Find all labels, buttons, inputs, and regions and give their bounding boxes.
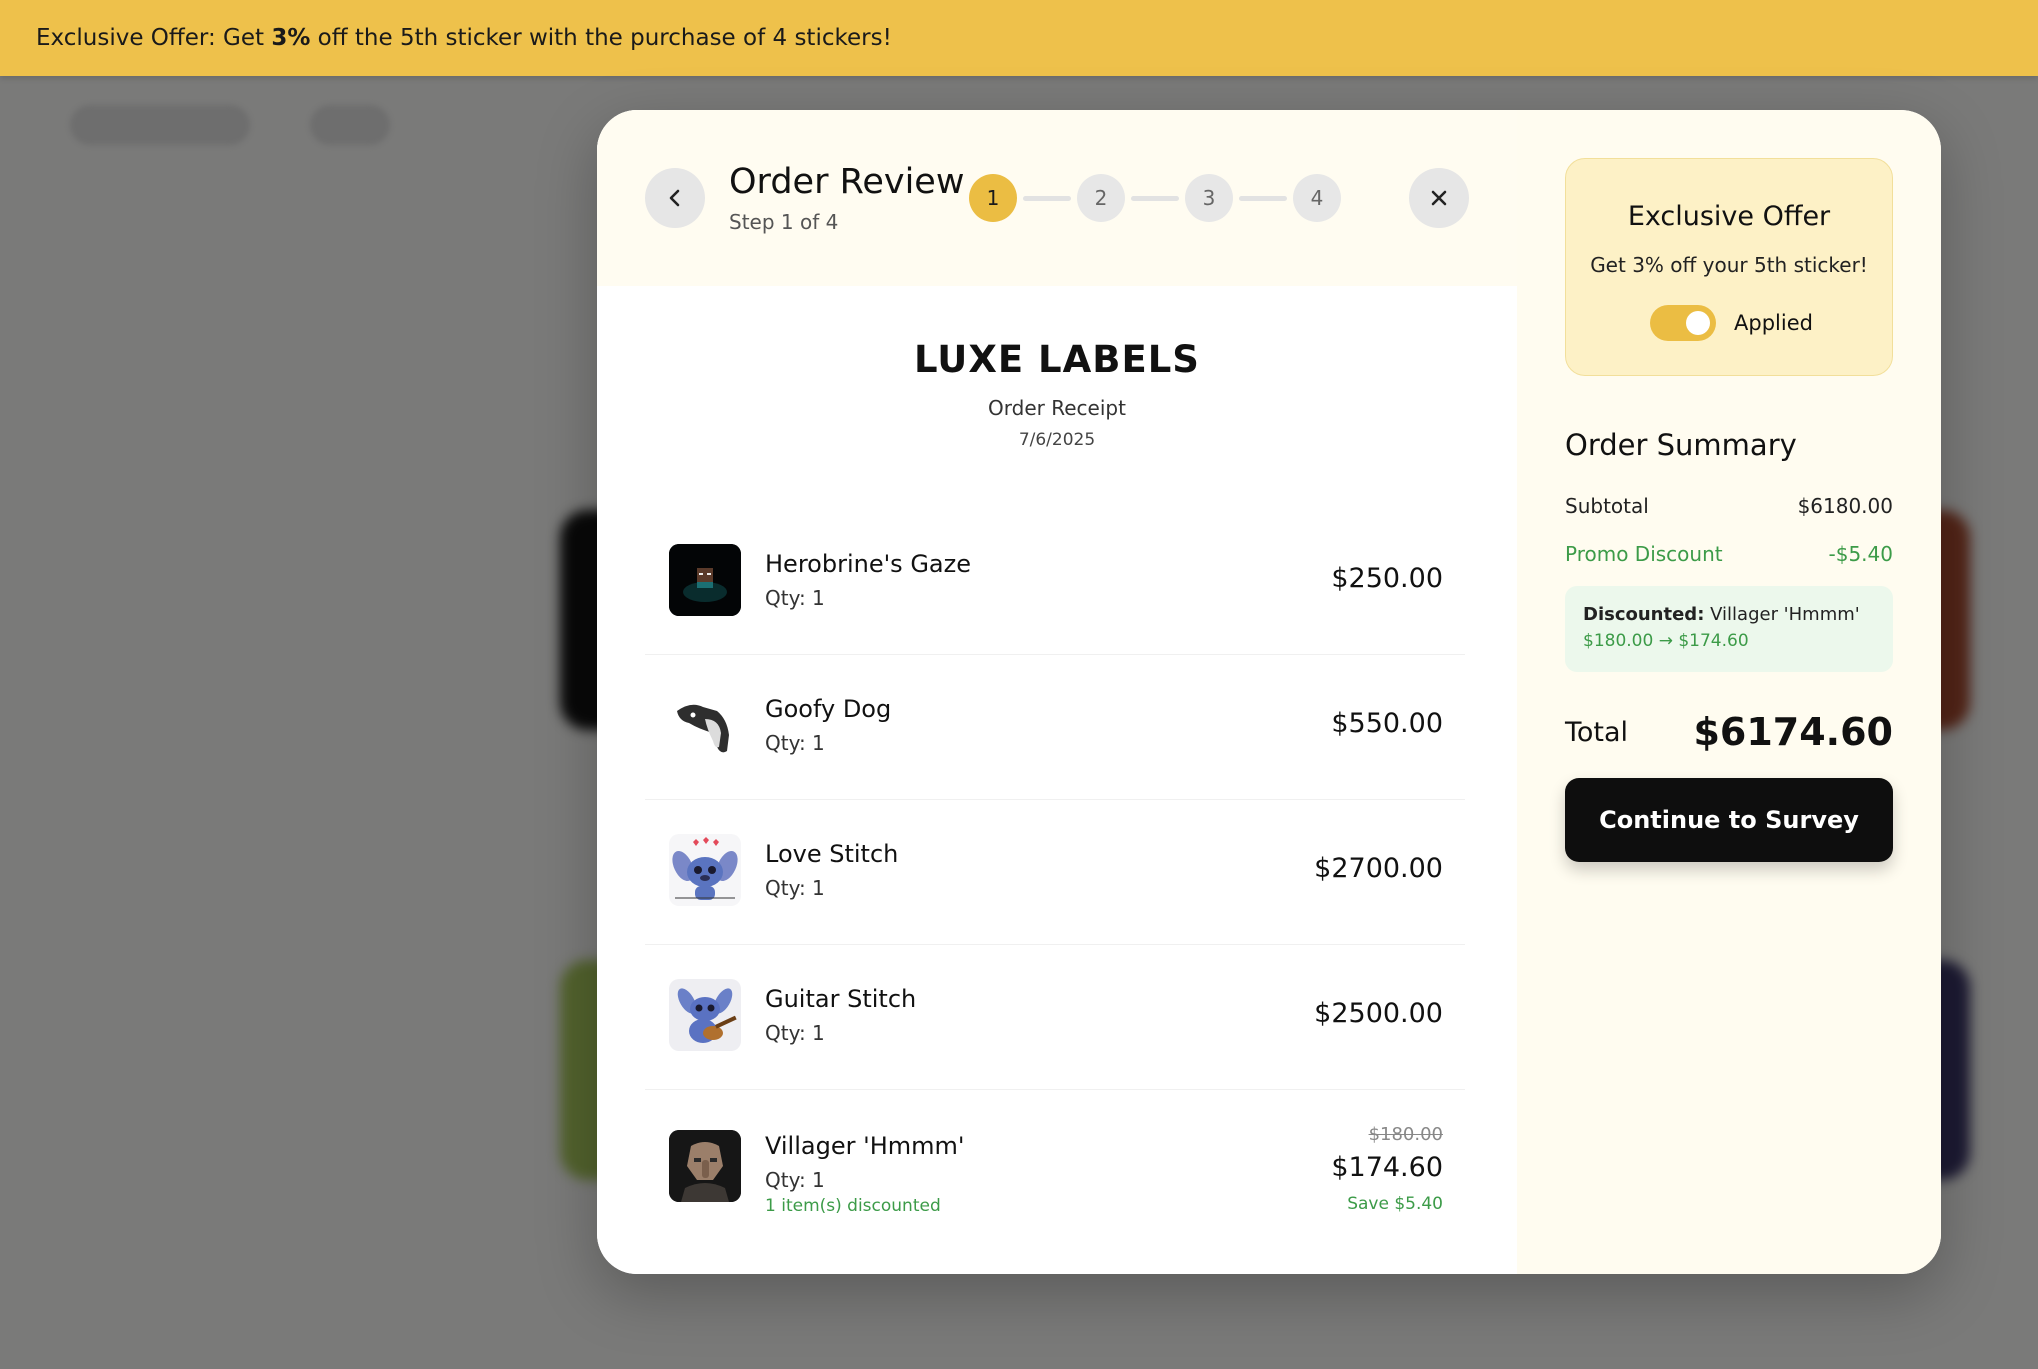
order-summary-title: Order Summary (1565, 428, 1797, 462)
receipt-item: Goofy Dog Qty: 1 $550.00 (645, 655, 1465, 800)
item-qty: Qty: 1 (765, 1021, 825, 1045)
total-value: $6174.60 (1693, 710, 1893, 754)
subtotal-row: Subtotal $6180.00 (1565, 494, 1893, 518)
item-name: Love Stitch (765, 840, 899, 868)
item-qty: Qty: 1 (765, 1168, 825, 1192)
banner-highlight: 3% (271, 25, 311, 51)
step-connector (1023, 195, 1071, 201)
progress-stepper: 1 2 3 4 (969, 174, 1341, 222)
item-price: $550.00 (1331, 708, 1443, 739)
receipt-label: Order Receipt (988, 396, 1126, 420)
discounted-item-line: Discounted: Villager 'Hmmm' (1583, 604, 1875, 625)
total-row: Total $6174.60 (1565, 710, 1893, 754)
item-thumbnail (669, 544, 741, 616)
item-price: $2500.00 (1314, 998, 1443, 1029)
offer-description: Get 3% off your 5th sticker! (1590, 253, 1868, 277)
item-thumbnail (669, 979, 741, 1051)
receipt-item: Herobrine's Gaze Qty: 1 $250.00 (645, 510, 1465, 655)
exclusive-offer-card: Exclusive Offer Get 3% off your 5th stic… (1565, 158, 1893, 376)
close-icon (1431, 190, 1447, 206)
item-savings: Save $5.40 (1347, 1194, 1443, 1214)
receipt-brand: LUXE LABELS (914, 338, 1200, 381)
item-original-price: $180.00 (1368, 1124, 1443, 1145)
receipt-item: Villager 'Hmmm' Qty: 1 1 item(s) discoun… (645, 1090, 1465, 1250)
step-connector (1239, 195, 1287, 201)
back-button[interactable] (645, 168, 705, 228)
receipt-date: 7/6/2025 (1018, 430, 1096, 450)
modal-header: Order Review Step 1 of 4 1 2 3 4 (597, 110, 1517, 286)
discounted-item-name: Villager 'Hmmm' (1704, 604, 1860, 625)
summary-pane: Exclusive Offer Get 3% off your 5th stic… (1517, 110, 1941, 1274)
offer-toggle[interactable] (1650, 305, 1716, 341)
banner-text-prefix: Exclusive Offer: Get (36, 25, 272, 51)
discounted-price-change: $180.00 → $174.60 (1583, 631, 1749, 651)
step-2: 2 (1077, 174, 1125, 222)
item-qty: Qty: 1 (765, 731, 825, 755)
receipt-item: Love Stitch Qty: 1 $2700.00 (645, 800, 1465, 945)
close-button[interactable] (1409, 168, 1469, 228)
item-name: Herobrine's Gaze (765, 550, 971, 578)
offer-toggle-row: Applied (1650, 305, 1813, 341)
promo-label: Promo Discount (1565, 542, 1723, 566)
item-price: $250.00 (1331, 563, 1443, 594)
promo-discount-row: Promo Discount -$5.40 (1565, 542, 1893, 566)
item-thumbnail (669, 834, 741, 906)
modal-step-label: Step 1 of 4 (729, 210, 839, 234)
offer-title: Exclusive Offer (1627, 201, 1831, 232)
step-1: 1 (969, 174, 1017, 222)
subtotal-value: $6180.00 (1797, 494, 1893, 518)
promo-value: -$5.40 (1828, 542, 1893, 566)
modal-title: Order Review (729, 162, 965, 202)
step-connector (1131, 195, 1179, 201)
discount-detail-box: Discounted: Villager 'Hmmm' $180.00 → $1… (1565, 586, 1893, 672)
toggle-knob (1686, 311, 1710, 335)
chevron-left-icon (669, 189, 680, 207)
item-thumbnail (669, 689, 741, 761)
receipt-item: Guitar Stitch Qty: 1 $2500.00 (645, 945, 1465, 1090)
item-price: $2700.00 (1314, 853, 1443, 884)
item-qty: Qty: 1 (765, 876, 825, 900)
continue-to-survey-button[interactable]: Continue to Survey (1565, 778, 1893, 862)
item-name: Villager 'Hmmm' (765, 1132, 965, 1160)
promo-banner: Exclusive Offer: Get 3% off the 5th stic… (0, 0, 2038, 76)
banner-text-suffix: off the 5th sticker with the purchase of… (310, 25, 892, 51)
order-review-modal: Order Review Step 1 of 4 1 2 3 4 LUXE LA… (597, 110, 1941, 1274)
step-4: 4 (1293, 174, 1341, 222)
total-label: Total (1565, 716, 1629, 748)
discounted-label: Discounted: (1583, 604, 1705, 625)
receipt-pane: Order Review Step 1 of 4 1 2 3 4 LUXE LA… (597, 110, 1517, 1274)
item-name: Guitar Stitch (765, 985, 917, 1013)
receipt-item-list: Herobrine's Gaze Qty: 1 $250.00 Goofy Do… (645, 510, 1465, 1250)
item-price: $174.60 (1331, 1152, 1443, 1183)
step-3: 3 (1185, 174, 1233, 222)
item-discount-note: 1 item(s) discounted (765, 1196, 941, 1216)
item-name: Goofy Dog (765, 695, 892, 723)
item-thumbnail (669, 1130, 741, 1202)
subtotal-label: Subtotal (1565, 494, 1649, 518)
item-qty: Qty: 1 (765, 586, 825, 610)
offer-toggle-label: Applied (1734, 311, 1813, 335)
